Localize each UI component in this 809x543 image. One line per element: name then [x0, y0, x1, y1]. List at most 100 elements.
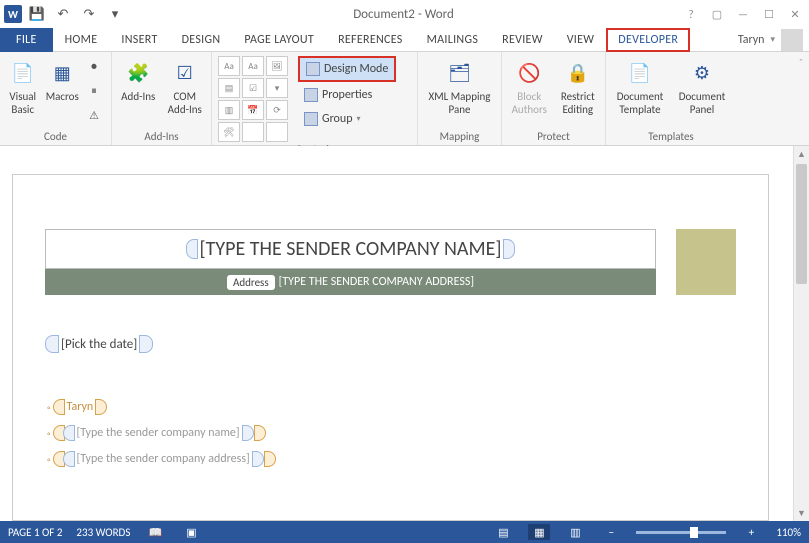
date-control-icon[interactable]: 📅 — [242, 100, 264, 120]
scroll-thumb[interactable] — [796, 164, 807, 284]
group-icon — [304, 112, 318, 126]
com-addins-label: COM Add-Ins — [165, 90, 206, 116]
content-control-end-icon — [254, 425, 266, 441]
collapse-ribbon-icon[interactable]: ˆ — [793, 52, 809, 145]
restrict-editing-button[interactable]: 🔒 Restrict Editing — [557, 56, 600, 116]
picture-control-icon[interactable]: 🖼 — [266, 56, 288, 76]
sender-address-placeholder[interactable]: [Type the sender company address] — [75, 452, 252, 466]
restrict-editing-icon: 🔒 — [563, 58, 593, 88]
user-menu-icon[interactable]: ▾ — [770, 34, 775, 45]
design-mode-button[interactable]: Design Mode — [298, 56, 396, 82]
sender-company-placeholder[interactable]: [Type the sender company name] — [75, 426, 242, 440]
read-mode-icon[interactable]: ▤ — [492, 524, 514, 540]
minimize-icon[interactable]: — — [733, 4, 753, 24]
tab-page-layout[interactable]: PAGE LAYOUT — [232, 28, 326, 52]
scroll-up-icon[interactable]: ▲ — [794, 146, 809, 162]
dropdown-control-icon[interactable]: ▥ — [218, 100, 240, 120]
tab-developer[interactable]: DEVELOPER — [606, 28, 690, 52]
visual-basic-button[interactable]: 📄 Visual Basic — [6, 56, 40, 116]
group-label-btn: Group — [322, 112, 353, 126]
zoom-out-icon[interactable]: − — [600, 524, 622, 540]
title-placeholder[interactable]: [TYPE THE SENDER COMPANY NAME] — [198, 237, 504, 261]
ribbon-display-icon[interactable]: ▢ — [707, 4, 727, 24]
macros-label: Macros — [46, 90, 79, 103]
tab-insert[interactable]: INSERT — [109, 28, 169, 52]
tab-mailings[interactable]: MAILINGS — [415, 28, 491, 52]
xml-mapping-button[interactable]: 🗂 XML Mapping Pane — [425, 56, 495, 116]
properties-icon — [304, 88, 318, 102]
legacy-tools-icon[interactable]: 🛠 — [218, 122, 240, 142]
qat-customize-icon[interactable]: ▾ — [104, 3, 126, 25]
properties-button[interactable]: Properties — [298, 84, 396, 106]
zoom-knob[interactable] — [690, 527, 698, 538]
sender-address-control[interactable]: ◦ [Type the sender company address] — [45, 451, 736, 467]
tab-references[interactable]: REFERENCES — [326, 28, 415, 52]
date-placeholder[interactable]: [Pick the date] — [59, 337, 139, 352]
scroll-down-icon[interactable]: ▼ — [794, 505, 809, 521]
content-control-gallery[interactable]: Aa Aa 🖼 ▤ ☑ ▾ ▥ 📅 ⟳ — [218, 56, 288, 120]
sender-company-control[interactable]: ◦ [Type the sender company name] — [45, 425, 736, 441]
document-panel-icon: ⚙ — [687, 58, 717, 88]
spellcheck-icon[interactable]: 📖 — [144, 524, 166, 540]
zoom-slider[interactable] — [636, 531, 726, 534]
maximize-icon[interactable]: ☐ — [759, 4, 779, 24]
tab-view[interactable]: VIEW — [555, 28, 607, 52]
checkbox-control-icon[interactable]: ☑ — [242, 78, 264, 98]
window-title: Document2 - Word — [126, 7, 681, 22]
legacy-controls[interactable]: 🛠 — [218, 122, 288, 142]
com-addins-button[interactable]: ☑ COM Add-Ins — [165, 56, 206, 116]
tab-file[interactable]: FILE — [0, 28, 53, 52]
page[interactable]: [TYPE THE SENDER COMPANY NAME] Address [… — [12, 174, 769, 521]
macro-security-icon[interactable]: ⚠ — [83, 104, 105, 126]
vertical-scrollbar[interactable]: ▲ ▼ — [793, 146, 809, 521]
macros-button[interactable]: ▦ Macros — [46, 56, 80, 103]
zoom-level[interactable]: 110% — [776, 526, 801, 539]
building-block-control-icon[interactable]: ▤ — [218, 78, 240, 98]
pause-macro-icon[interactable]: ⏸ — [83, 80, 105, 102]
logo-placeholder[interactable] — [676, 229, 736, 295]
sender-name[interactable]: Taryn — [65, 400, 96, 414]
undo-icon[interactable]: ↶ — [52, 3, 74, 25]
page-indicator[interactable]: PAGE 1 OF 2 — [8, 526, 62, 539]
addins-button[interactable]: 🧩 Add-Ins — [118, 56, 159, 103]
date-content-control[interactable]: [Pick the date] — [45, 335, 153, 353]
addins-icon: 🧩 — [123, 58, 153, 88]
user-name[interactable]: Taryn — [738, 33, 765, 47]
content-control-end-icon — [95, 399, 107, 415]
word-count[interactable]: 233 WORDS — [76, 526, 130, 539]
avatar[interactable] — [781, 29, 803, 51]
print-layout-icon[interactable]: ▦ — [528, 524, 550, 540]
word-app-icon: W — [4, 5, 22, 23]
content-control-end-icon — [264, 451, 276, 467]
content-control-end-icon — [252, 451, 264, 467]
bullet-icon: ◦ — [45, 401, 53, 414]
document-panel-button[interactable]: ⚙ Document Panel — [674, 56, 730, 116]
rich-text-control-icon[interactable]: Aa — [218, 56, 240, 76]
block-authors-icon: 🚫 — [514, 58, 544, 88]
tab-design[interactable]: DESIGN — [170, 28, 233, 52]
close-icon[interactable]: ✕ — [785, 4, 805, 24]
save-icon[interactable]: 💾 — [26, 3, 48, 25]
tab-review[interactable]: REVIEW — [490, 28, 555, 52]
sender-name-control[interactable]: ◦ Taryn — [45, 399, 736, 415]
content-control-start-icon — [63, 425, 75, 441]
document-template-button[interactable]: 📄 Document Template — [612, 56, 668, 116]
zoom-in-icon[interactable]: + — [740, 524, 762, 540]
design-mode-label: Design Mode — [324, 62, 388, 76]
plain-text-control-icon[interactable]: Aa — [242, 56, 264, 76]
help-icon[interactable]: ? — [681, 4, 701, 24]
combo-control-icon[interactable]: ▾ — [266, 78, 288, 98]
ribbon: 📄 Visual Basic ▦ Macros ⏺ ⏸ ⚠ Code 🧩 Add… — [0, 52, 809, 146]
group-templates-label: Templates — [612, 129, 730, 143]
content-control-start-icon — [45, 335, 59, 353]
header-title-control[interactable]: [TYPE THE SENDER COMPANY NAME] — [45, 229, 656, 269]
web-layout-icon[interactable]: ▥ — [564, 524, 586, 540]
content-control-start-icon — [53, 399, 65, 415]
record-macro-icon[interactable]: ⏺ — [83, 56, 105, 78]
redo-icon[interactable]: ↷ — [78, 3, 100, 25]
group-button[interactable]: Group ▾ — [298, 108, 396, 130]
repeating-control-icon[interactable]: ⟳ — [266, 100, 288, 120]
tab-home[interactable]: HOME — [53, 28, 110, 52]
macro-record-icon[interactable]: ▣ — [180, 524, 202, 540]
address-placeholder[interactable]: [TYPE THE SENDER COMPANY ADDRESS] — [279, 275, 474, 289]
